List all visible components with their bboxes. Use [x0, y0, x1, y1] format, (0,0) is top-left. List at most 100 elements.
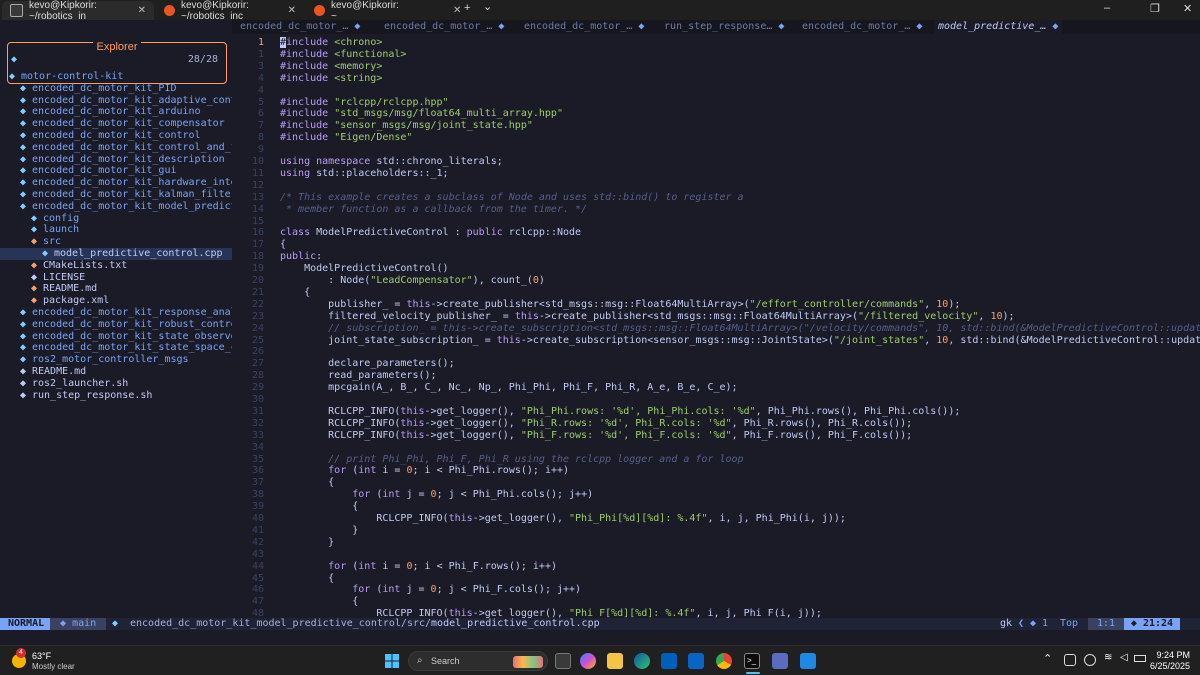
explorer-filter-input[interactable]: ◆	[11, 54, 17, 65]
code-token: "rclcpp/rclcpp.hpp"	[334, 96, 449, 108]
file-tree-item[interactable]: ◆ README.md	[0, 366, 232, 378]
folder-icon: ◆	[20, 354, 27, 366]
taskbar-search[interactable]: ⌕ Search	[408, 651, 548, 671]
buffer-tab[interactable]: model_predictive_… ◆	[934, 20, 1063, 34]
file-tree-label: launch	[43, 224, 80, 236]
file-tree-item[interactable]: ◆ package.xml	[0, 295, 232, 307]
terminal-tab-2[interactable]: kevo@Kipkorir: ~/robotics_inc ✕	[156, 0, 304, 22]
outlook-icon[interactable]	[688, 653, 704, 669]
file-tree-item[interactable]: ◆ encoded_dc_motor_kit_compensator	[0, 118, 232, 130]
file-tree-item[interactable]: ◆ model_predictive_control.cpp	[0, 248, 232, 260]
code-text: }	[280, 537, 334, 549]
file-tree-item[interactable]: ◆ encoded_dc_motor_kit_control_and_fe	[0, 142, 232, 154]
tray-overflow-icon[interactable]: ⌃	[1043, 652, 1052, 665]
terminal-app-icon[interactable]: >_	[744, 653, 760, 669]
maximize-button[interactable]: ❐	[1150, 2, 1160, 15]
file-tree-item[interactable]: ◆ encoded_dc_motor_kit_hardware_inter	[0, 177, 232, 189]
clock-date[interactable]: 6/25/2025	[1140, 661, 1190, 671]
file-tree-item[interactable]: ◆ encoded_dc_motor_kit_state_space_co	[0, 342, 232, 354]
volume-icon[interactable]: ◁	[1120, 652, 1128, 663]
file-tree-item[interactable]: ◆ encoded_dc_motor_kit_gui	[0, 165, 232, 177]
ubuntu-app-icon[interactable]	[772, 653, 788, 669]
file-tree-item[interactable]: ◆ encoded_dc_motor_kit_PID	[0, 83, 232, 95]
file-tree-item[interactable]: ◆ launch	[0, 224, 232, 236]
file-tree-item[interactable]: ◆ encoded_dc_motor_kit_control	[0, 130, 232, 142]
line-number: 45	[251, 572, 264, 584]
buffer-tab[interactable]: run_step_response… ◆	[660, 20, 788, 34]
code-token: , Phi_R.rows(), Phi_R.cols());	[731, 417, 913, 429]
code-text: using namespace std::chrono_literals;	[280, 156, 503, 168]
code-token: this	[400, 417, 425, 429]
file-tree-item[interactable]: ◆ ros2_motor_controller_msgs	[0, 354, 232, 366]
file-tree-item[interactable]: ◆ encoded_dc_motor_kit_response_analy	[0, 307, 232, 319]
git-branch: ◆ main	[50, 618, 106, 630]
terminal-tab-1[interactable]: kevo@Kipkorir: ~/robotics_in ✕	[2, 0, 154, 22]
file-tree-item[interactable]: ◆ run_step_response.sh	[0, 390, 232, 402]
buffer-tab[interactable]: encoded_dc_motor_… ◆	[520, 20, 648, 34]
close-window-button[interactable]: ✕	[1183, 2, 1192, 15]
explorer-title: Explorer	[92, 41, 142, 53]
sync-icon[interactable]	[1064, 654, 1076, 666]
clock-time[interactable]: 9:24 PM	[1150, 650, 1190, 660]
file-tree-item[interactable]: ◆ motor-control-kit	[0, 71, 232, 83]
line-number: 28	[251, 370, 264, 382]
close-tab-icon[interactable]: ✕	[288, 5, 296, 16]
code-token: ->get_logger(),	[424, 405, 521, 417]
file-tree-label: encoded_dc_motor_kit_gui	[32, 165, 177, 177]
store-icon[interactable]	[661, 653, 677, 669]
file-tree-item[interactable]: ◆ encoded_dc_motor_kit_arduino	[0, 106, 232, 118]
code-text: {	[280, 477, 334, 489]
file-tree-item[interactable]: ◆ ros2_launcher.sh	[0, 378, 232, 390]
code-token: int	[382, 489, 407, 501]
code-text: // print Phi_Phi, Phi_F, Phi_R using the…	[280, 453, 744, 466]
line-number: 27	[251, 358, 264, 370]
weather-widget[interactable]: 4	[10, 648, 30, 670]
buffer-tab[interactable]: encoded_dc_motor_… ◆	[798, 20, 926, 34]
chrome-icon[interactable]	[716, 653, 732, 669]
file-tree-item[interactable]: ◆ config	[0, 213, 232, 225]
code-text: {	[280, 287, 310, 299]
code-line: 27 declare_parameters();	[232, 358, 1200, 370]
buffer-tab[interactable]: encoded_dc_motor_… ◆	[236, 20, 364, 34]
copilot-icon[interactable]	[580, 653, 596, 669]
close-tab-icon[interactable]: ✕	[138, 5, 146, 16]
code-editor[interactable]: 1 #include <chrono> 1 #include <functional>…	[232, 37, 1200, 625]
file-tree-item[interactable]: ◆ README.md	[0, 283, 232, 295]
file-tree-item[interactable]: ◆ encoded_dc_motor_kit_description	[0, 154, 232, 166]
code-token: {	[280, 286, 311, 298]
code-token: // print Phi_Phi, Phi_F, Phi_R using the…	[280, 453, 744, 465]
file-tree-item[interactable]: ◆ encoded_dc_motor_kit_state_observer	[0, 331, 232, 343]
tab-dropdown-button[interactable]: ⌄	[483, 0, 492, 13]
start-button[interactable]	[384, 653, 400, 669]
code-token: using	[280, 167, 317, 179]
file-tree-label: encoded_dc_motor_kit_response_analy	[32, 307, 232, 318]
file-tree-item[interactable]: ◆ encoded_dc_motor_kit_kalman_filters	[0, 189, 232, 201]
file-tree-item[interactable]: ◆ encoded_dc_motor_kit_adaptive_contr	[0, 95, 232, 107]
line-number: 26	[251, 346, 264, 358]
folder-icon: ◆	[20, 342, 27, 354]
code-text: declare_parameters();	[280, 358, 454, 370]
file-explorer-icon[interactable]	[607, 653, 623, 669]
buffer-tab-label: model_predictive_…	[938, 21, 1047, 32]
update-icon[interactable]	[1084, 654, 1096, 666]
code-text: {	[280, 596, 358, 608]
file-tree-item[interactable]: ◆ encoded_dc_motor_kit_robust_control	[0, 319, 232, 331]
file-tree-item[interactable]: ◆ CMakeLists.txt	[0, 260, 232, 272]
file-tree-item[interactable]: ◆ src	[0, 236, 232, 248]
file-tree-item[interactable]: ◆ encoded_dc_motor_kit_model_predicti	[0, 201, 232, 213]
folder-icon: ◆	[31, 212, 38, 224]
close-tab-icon[interactable]: ✕	[453, 5, 461, 16]
new-tab-button[interactable]: +	[464, 2, 470, 14]
code-token: RCLCPP_INFO(	[280, 513, 449, 524]
terminal-tab-3[interactable]: kevo@Kipkorir: ~ ✕	[306, 0, 461, 22]
code-line: 18 public:	[232, 251, 1200, 263]
edge-icon[interactable]	[634, 653, 650, 669]
line-number: 39	[251, 501, 264, 513]
wifi-icon[interactable]: ≋	[1104, 652, 1112, 663]
file-tree-item[interactable]: ◆ LICENSE	[0, 272, 232, 284]
buffer-tab[interactable]: encoded_dc_motor_… ◆	[380, 20, 508, 34]
minimize-button[interactable]: –	[1104, 2, 1110, 14]
task-view-icon[interactable]	[555, 653, 571, 669]
file-tree-label: motor-control-kit	[21, 71, 124, 82]
vscode-icon[interactable]	[800, 653, 816, 669]
